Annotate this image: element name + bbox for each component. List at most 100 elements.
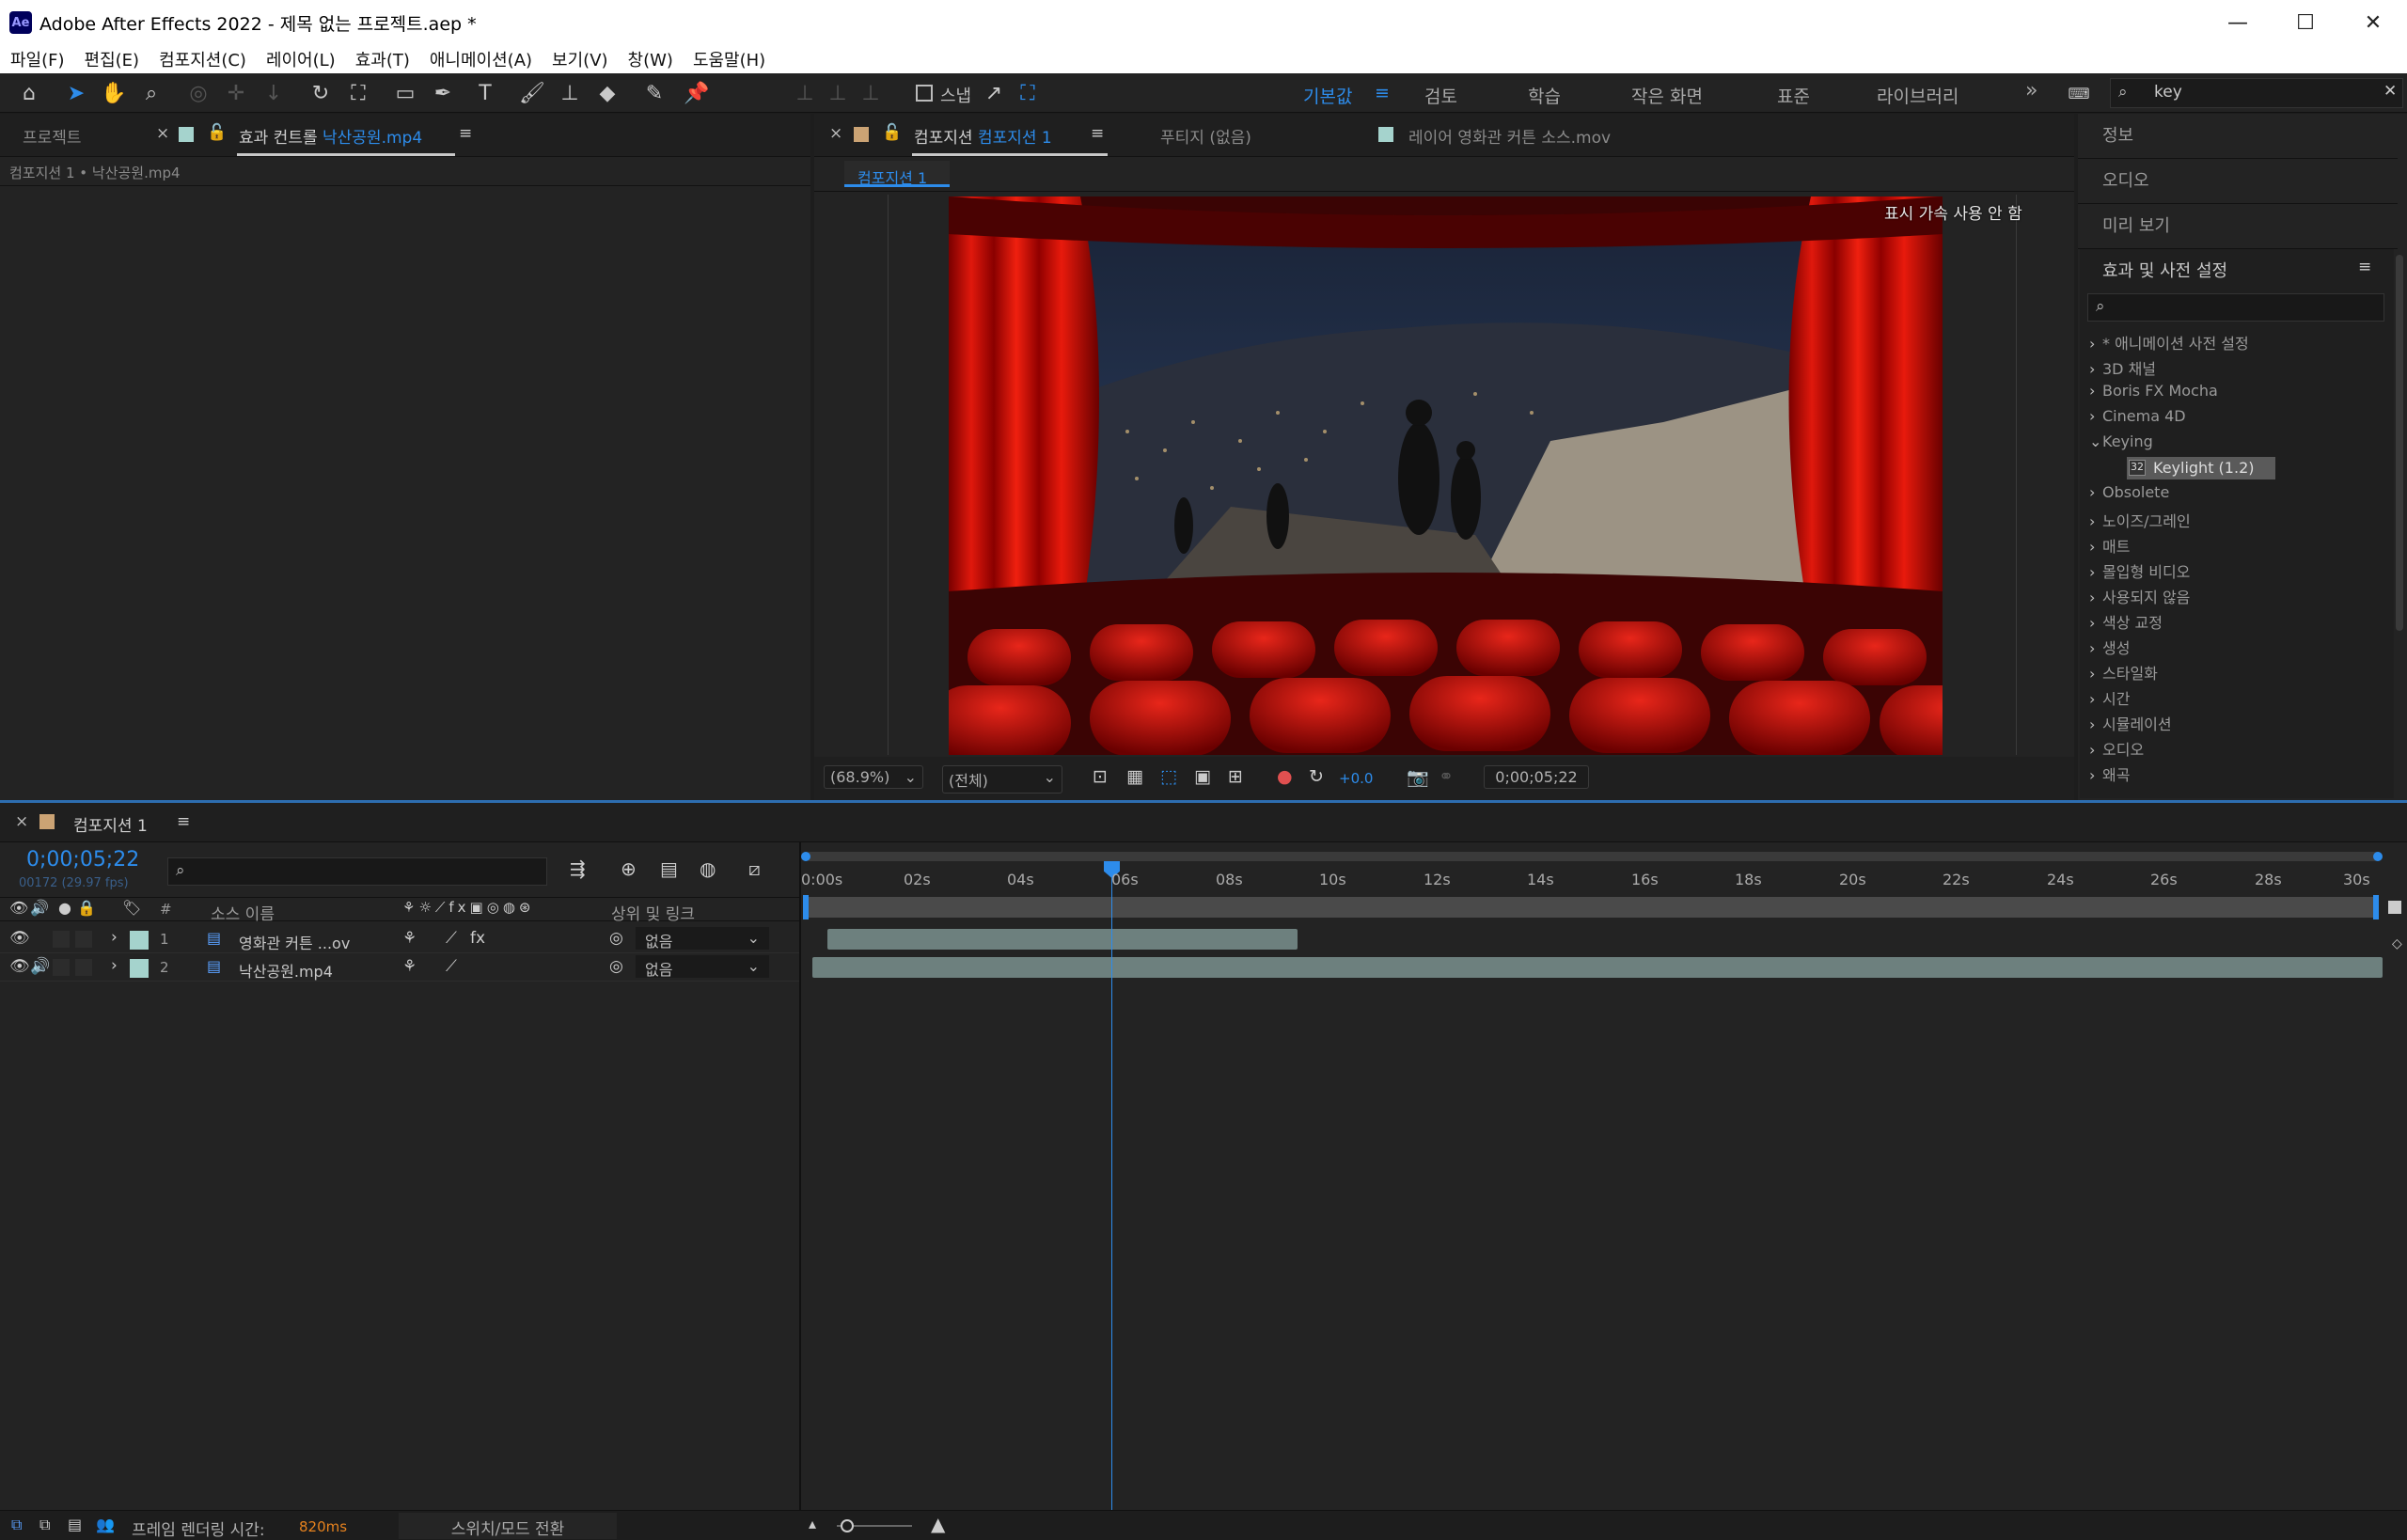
toggle-switches-modes-button[interactable]: 스위치/모드 전환 <box>399 1513 617 1539</box>
shy-switch-icon[interactable]: ⚘ <box>402 957 417 976</box>
menu-view[interactable]: 보기(V) <box>552 47 607 71</box>
effect-category[interactable]: › 매트 <box>2089 534 2130 557</box>
show-snapshot-icon[interactable]: ⚭ <box>1439 766 1454 787</box>
tab-footage[interactable]: 푸티지 (없음) <box>1160 124 1251 148</box>
help-search-box[interactable]: ⌕ key ✕ <box>2110 78 2403 108</box>
zoom-dropdown[interactable]: (68.9%) ⌄ <box>824 765 923 789</box>
effects-presets-title[interactable]: 효과 및 사전 설정 <box>2102 258 2227 282</box>
effect-category[interactable]: › 몰입형 비디오 <box>2089 559 2190 582</box>
panel-audio[interactable]: 오디오 <box>2102 167 2149 192</box>
tab-layer[interactable]: 레이어 영화관 커튼 소스.mov <box>1408 124 1611 148</box>
region-of-interest-icon[interactable]: ▣ <box>1194 766 1211 787</box>
menu-edit[interactable]: 편집(E) <box>85 47 140 71</box>
layer-duration-bar[interactable] <box>827 929 1298 950</box>
close-tab-icon[interactable]: × <box>156 124 169 143</box>
quality-switch-icon[interactable]: ⟋ <box>446 929 457 948</box>
zoom-tool-icon[interactable]: ⌕ <box>137 79 165 107</box>
expand-chevron-icon[interactable]: › <box>111 956 118 975</box>
panel-menu-icon[interactable]: ≡ <box>177 812 190 831</box>
close-tab-icon[interactable]: × <box>15 812 28 831</box>
effect-category[interactable]: › 왜곡 <box>2089 762 2130 785</box>
visibility-eye-icon[interactable]: 👁 <box>9 929 30 948</box>
clone-stamp-icon[interactable]: ⊥ <box>556 79 584 107</box>
hide-shy-icon[interactable]: ▤ <box>660 857 678 880</box>
layer-duration-bar[interactable] <box>812 957 2383 978</box>
pen-tool-icon[interactable]: ✒ <box>429 79 457 107</box>
exposure-value[interactable]: +0.0 <box>1339 770 1373 787</box>
effects-menu-icon[interactable]: ≡ <box>2358 258 2371 276</box>
column-source-name[interactable]: 소스 이름 <box>211 901 275 924</box>
parent-dropdown[interactable]: 없음 ⌄ <box>636 955 769 979</box>
workspace-more-icon[interactable]: » <box>2025 79 2037 102</box>
work-area-start[interactable] <box>803 895 809 919</box>
effect-item-keylight[interactable]: 32 Keylight (1.2) <box>2127 457 2275 479</box>
effect-category[interactable]: › Boris FX Mocha <box>2089 382 2218 400</box>
effect-category-keying[interactable]: ⌄Keying <box>2089 432 2153 450</box>
zoom-out-icon[interactable]: ▴ <box>809 1515 816 1532</box>
grid-guides-icon[interactable]: ⊞ <box>1228 766 1243 787</box>
menu-file[interactable]: 파일(F) <box>10 47 65 71</box>
world-axis-icon[interactable]: ⊥ <box>824 79 852 107</box>
menu-composition[interactable]: 컴포지션(C) <box>159 47 246 71</box>
pick-whip-icon[interactable]: ◎ <box>609 957 623 976</box>
minimize-button[interactable]: — <box>2204 0 2272 45</box>
composition-viewer[interactable] <box>949 196 1943 755</box>
render-time-icon[interactable]: 👥 <box>96 1516 115 1533</box>
draft-3d-icon[interactable]: ⊕ <box>621 857 637 880</box>
anchor-tool-icon[interactable]: ⛶ <box>344 79 372 107</box>
dolly-camera-icon[interactable]: ↓ <box>260 79 288 107</box>
effects-scrollbar[interactable] <box>2396 255 2403 631</box>
menu-window[interactable]: 창(W) <box>628 47 673 71</box>
layer-name[interactable]: 낙산공원.mp4 <box>239 959 333 982</box>
workspace-learn[interactable]: 학습 <box>1528 83 1561 108</box>
layer-label-swatch[interactable] <box>130 959 149 978</box>
tab-composition[interactable]: 컴포지션 컴포지션 1 <box>914 124 1052 148</box>
local-axis-icon[interactable]: ⊥ <box>791 79 819 107</box>
eraser-tool-icon[interactable]: ◆ <box>593 79 621 107</box>
pan-camera-icon[interactable]: ✛ <box>222 79 250 107</box>
work-area-end[interactable] <box>2373 895 2379 919</box>
work-area-range[interactable] <box>805 897 2379 918</box>
effect-category[interactable]: › 오디오 <box>2089 737 2144 760</box>
effect-category[interactable]: › Cinema 4D <box>2089 407 2186 425</box>
solo-toggle[interactable] <box>53 931 70 948</box>
visibility-eye-icon[interactable]: 👁 <box>9 957 30 976</box>
workspace-small-screen[interactable]: 작은 화면 <box>1631 83 1703 108</box>
effect-category[interactable]: › 시뮬레이션 <box>2089 712 2172 734</box>
panel-info[interactable]: 정보 <box>2102 122 2133 147</box>
lock-toggle[interactable] <box>75 931 92 948</box>
rotate-tool-icon[interactable]: ↻ <box>307 79 335 107</box>
zoom-start-handle[interactable] <box>801 852 810 861</box>
mask-visibility-icon[interactable]: ⬚ <box>1160 766 1177 787</box>
comp-flowchart-icon[interactable]: ⇶ <box>570 857 586 880</box>
close-tab-icon[interactable]: × <box>829 124 842 143</box>
lock-toggle[interactable] <box>75 959 92 976</box>
layer-label-swatch[interactable] <box>130 931 149 950</box>
rectangle-tool-icon[interactable]: ▭ <box>391 79 419 107</box>
menu-effect[interactable]: 효과(T) <box>355 47 410 71</box>
roto-brush-icon[interactable]: ✎ <box>640 79 669 107</box>
effect-category[interactable]: › 사용되지 않음 <box>2089 585 2190 607</box>
zoom-end-handle[interactable] <box>2373 852 2383 861</box>
maximize-button[interactable]: ☐ <box>2272 0 2339 45</box>
workspace-review[interactable]: 검토 <box>1424 83 1457 108</box>
type-tool-icon[interactable]: T <box>471 79 499 107</box>
zoom-in-icon[interactable]: ▲ <box>931 1513 945 1535</box>
tab-effect-controls[interactable]: 효과 컨트롤 낙산공원.mp4 <box>239 124 422 148</box>
panel-menu-icon[interactable]: ≡ <box>459 124 472 143</box>
in-out-icon[interactable]: ▤ <box>68 1516 82 1533</box>
clear-search-icon[interactable]: ✕ <box>2383 82 2397 101</box>
quality-switch-icon[interactable]: ⟋ <box>446 957 457 976</box>
parent-dropdown[interactable]: 없음 ⌄ <box>636 927 769 951</box>
reset-exposure-icon[interactable]: ↻ <box>1309 766 1324 787</box>
comp-marker-bin[interactable] <box>2388 901 2401 914</box>
work-area-bar[interactable] <box>805 852 2381 861</box>
layer-row[interactable]: 👁 › 1 ▤ 영화관 커튼 ...ov ⚘ ⟋ fx ◎ 없음 ⌄ <box>0 925 799 953</box>
snapshot-camera-icon[interactable]: 📷 <box>1407 766 1429 788</box>
hand-tool-icon[interactable]: ✋ <box>100 79 128 107</box>
shy-switch-icon[interactable]: ⚘ <box>402 929 417 948</box>
panel-preview[interactable]: 미리 보기 <box>2102 212 2170 237</box>
layer-switches-icon[interactable]: ⧉ <box>11 1516 22 1534</box>
graph-editor-icon[interactable]: ⧄ <box>748 857 761 880</box>
close-window-button[interactable]: ✕ <box>2339 0 2407 45</box>
